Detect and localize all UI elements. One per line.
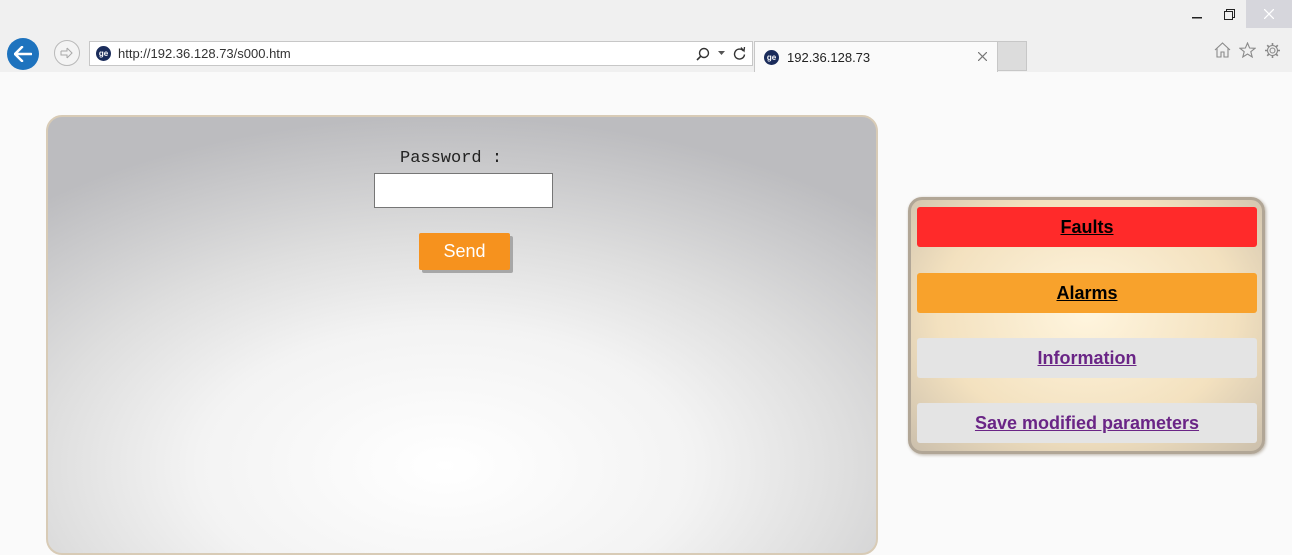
browser-chrome: ge http://192.36.128.73/s000.htm ge 192.… xyxy=(0,0,1292,72)
forward-button[interactable] xyxy=(54,40,80,66)
new-tab-button[interactable] xyxy=(998,41,1027,71)
password-input[interactable] xyxy=(374,173,553,208)
url-text[interactable]: http://192.36.128.73/s000.htm xyxy=(118,46,694,61)
toolbar-icons xyxy=(1212,40,1282,60)
ge-logo-icon: ge xyxy=(764,49,779,65)
tab-active[interactable]: ge 192.36.128.73 xyxy=(754,41,998,72)
window-controls xyxy=(1180,0,1292,30)
search-icon xyxy=(696,47,710,61)
back-button[interactable] xyxy=(7,38,39,70)
star-icon xyxy=(1238,42,1256,58)
tab-close-button[interactable] xyxy=(971,49,993,65)
home-button[interactable] xyxy=(1212,40,1232,60)
close-window-button[interactable] xyxy=(1246,0,1292,28)
save-parameters-link[interactable]: Save modified parameters xyxy=(917,403,1257,443)
ge-logo-icon: ge xyxy=(96,46,111,61)
minimize-icon xyxy=(1191,17,1202,19)
close-icon xyxy=(1264,9,1274,19)
chevron-down-icon xyxy=(717,51,725,55)
login-panel: Password : Send xyxy=(46,115,878,555)
arrow-right-icon xyxy=(60,47,73,59)
search-button[interactable] xyxy=(694,44,712,64)
arrow-left-icon xyxy=(14,46,32,62)
home-icon xyxy=(1214,42,1230,58)
alarms-link[interactable]: Alarms xyxy=(917,273,1257,313)
gear-icon xyxy=(1264,42,1280,58)
settings-button[interactable] xyxy=(1262,40,1282,60)
refresh-button[interactable] xyxy=(730,44,748,64)
navigation-menu: Faults Alarms Information Save modified … xyxy=(908,197,1265,454)
close-icon xyxy=(977,51,987,62)
favorites-button[interactable] xyxy=(1237,40,1257,60)
tab-title: 192.36.128.73 xyxy=(787,49,871,65)
send-button[interactable]: Send xyxy=(419,233,510,270)
refresh-icon xyxy=(733,47,745,60)
address-bar[interactable]: ge http://192.36.128.73/s000.htm xyxy=(89,41,753,66)
password-label: Password : xyxy=(400,149,503,168)
restore-button[interactable] xyxy=(1213,0,1246,28)
restore-icon xyxy=(1224,8,1235,20)
information-link[interactable]: Information xyxy=(917,338,1257,378)
faults-link[interactable]: Faults xyxy=(917,207,1257,247)
dropdown-button[interactable] xyxy=(712,44,730,64)
minimize-button[interactable] xyxy=(1180,0,1213,28)
